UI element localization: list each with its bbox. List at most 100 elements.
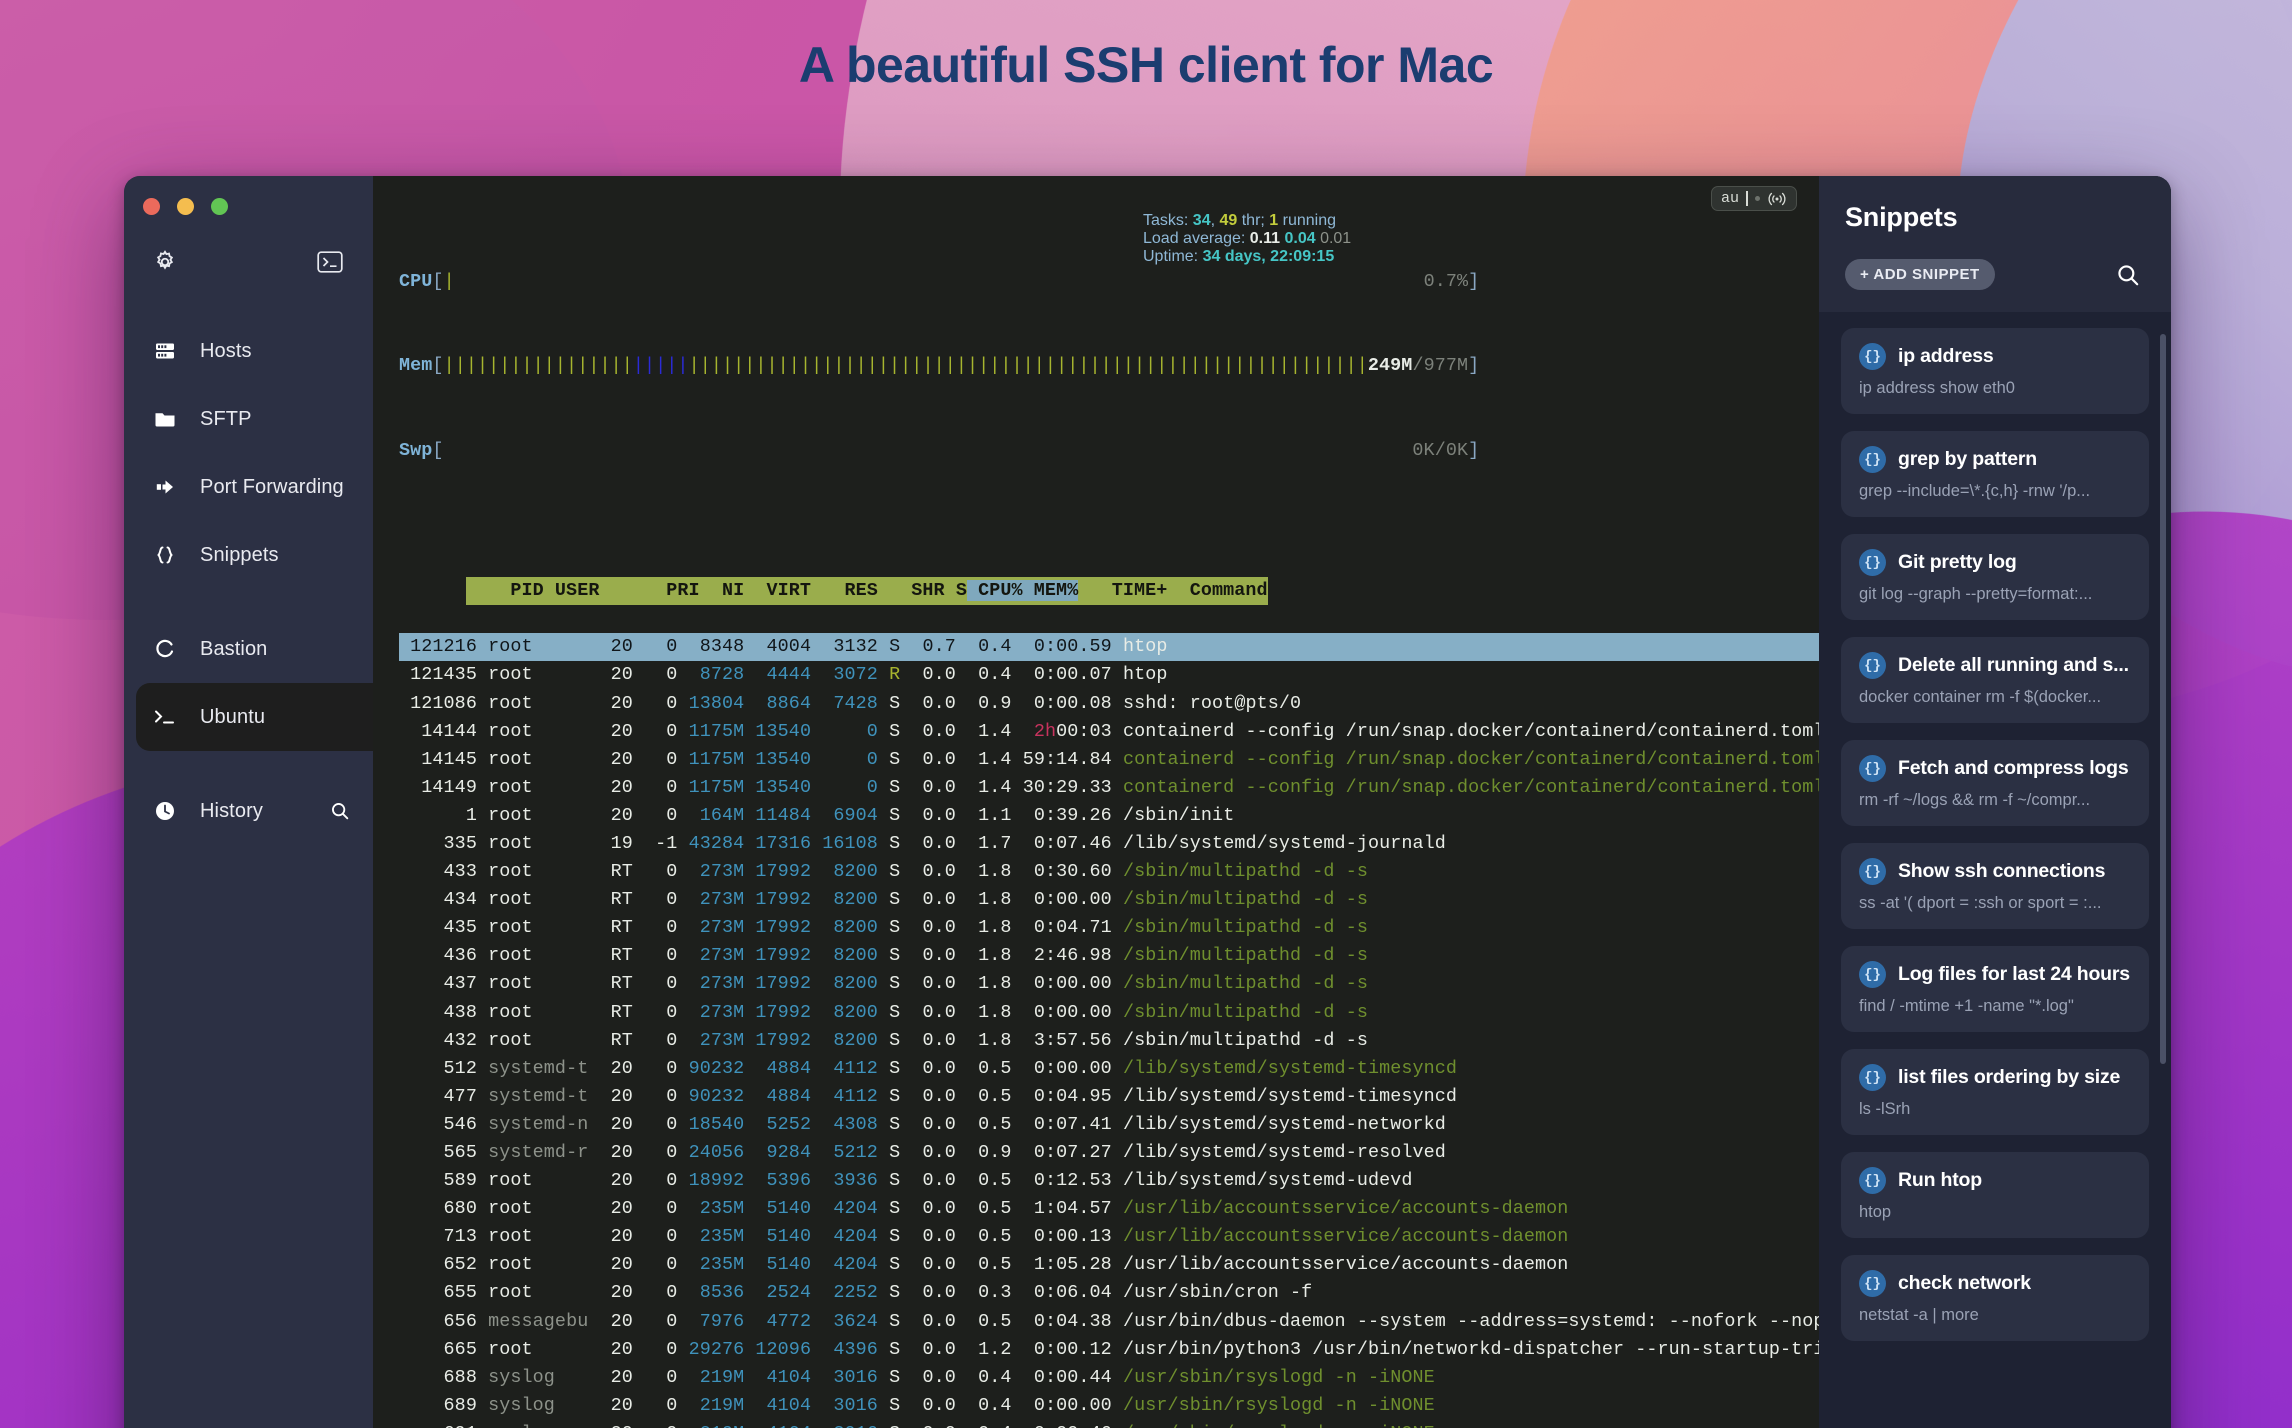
- snippet-command: docker container rm -f $(docker...: [1859, 688, 2102, 706]
- process-row[interactable]: 436 root RT 0 273M 17992 8200 S 0.0 1.8 …: [399, 942, 1819, 970]
- process-row[interactable]: 121216 root 20 0 8348 4004 3132 S 0.7 0.…: [399, 633, 1819, 662]
- process-row[interactable]: 1 root 20 0 164M 11484 6904 S 0.0 1.1 0:…: [399, 802, 1819, 830]
- add-snippet-button[interactable]: + ADD SNIPPET: [1845, 259, 1995, 290]
- cpu-meter: CPU[| 0.7%]: [399, 271, 1480, 293]
- snippet-card[interactable]: {} list files ordering by size ls -lSrh: [1841, 1049, 2149, 1135]
- snippet-card[interactable]: {} Log files for last 24 hours find / -mti…: [1841, 946, 2149, 1032]
- sidebar-item-history[interactable]: History: [124, 777, 373, 845]
- process-row[interactable]: 546 systemd-n 20 0 18540 5252 4308 S 0.0…: [399, 1111, 1819, 1139]
- snippet-name: Git pretty log: [1898, 551, 2017, 573]
- process-row[interactable]: 589 root 20 0 18992 5396 3936 S 0.0 0.5 …: [399, 1167, 1819, 1195]
- snippet-name: list files ordering by size: [1898, 1066, 2121, 1088]
- sidebar-item-bastion[interactable]: Bastion: [124, 615, 373, 683]
- settings-icon[interactable]: [152, 249, 178, 275]
- process-row[interactable]: 121086 root 20 0 13804 8864 7428 S 0.0 0…: [399, 690, 1819, 718]
- process-table-body: 121216 root 20 0 8348 4004 3132 S 0.7 0.…: [399, 633, 1819, 1428]
- sidebar-divider: [124, 589, 373, 615]
- snippets-panel: Snippets + ADD SNIPPET {} ip address ip ad…: [1819, 176, 2171, 1428]
- curly-braces-icon: {}: [1859, 961, 1886, 988]
- terminal-badge-cursor: [1746, 191, 1748, 206]
- terminal-status-badge[interactable]: au: [1710, 186, 1797, 211]
- process-row[interactable]: 680 root 20 0 235M 5140 4204 S 0.0 0.5 1…: [399, 1195, 1819, 1223]
- curly-braces-icon: {}: [1859, 858, 1886, 885]
- snippet-card[interactable]: {} Run htop htop: [1841, 1152, 2149, 1238]
- terminal-badge-text: au: [1720, 190, 1739, 207]
- snippet-card[interactable]: {} Git pretty log git log --graph --pretty…: [1841, 534, 2149, 620]
- process-row[interactable]: 713 root 20 0 235M 5140 4204 S 0.0 0.5 0…: [399, 1223, 1819, 1251]
- process-row[interactable]: 14145 root 20 0 1175M 13540 0 S 0.0 1.4 …: [399, 746, 1819, 774]
- snippet-name: grep by pattern: [1898, 448, 2037, 470]
- sidebar-item-label: SFTP: [200, 407, 252, 430]
- process-row[interactable]: 14149 root 20 0 1175M 13540 0 S 0.0 1.4 …: [399, 774, 1819, 802]
- process-row[interactable]: 434 root RT 0 273M 17992 8200 S 0.0 1.8 …: [399, 886, 1819, 914]
- snippet-card-header: {} list files ordering by size: [1859, 1064, 2131, 1091]
- mem-meter: Mem[||||||||||||||||||||||||||||||||||||…: [399, 355, 1480, 377]
- sidebar-item-snippets[interactable]: Snippets: [124, 521, 373, 589]
- sidebar-item-hosts[interactable]: Hosts: [124, 317, 373, 385]
- process-row[interactable]: 691 syslog 20 0 219M 4104 3016 S 0.0 0.4…: [399, 1420, 1819, 1428]
- snippet-card[interactable]: {} Show ssh connections ss -at '( dport = …: [1841, 843, 2149, 929]
- minimize-button[interactable]: [177, 198, 194, 215]
- zoom-button[interactable]: [211, 198, 228, 215]
- server-icon: [152, 339, 178, 363]
- snippet-command: ss -at '( dport = :ssh or sport = :...: [1859, 894, 2102, 912]
- snippets-actions: + ADD SNIPPET: [1845, 233, 2145, 312]
- snippet-card[interactable]: {} grep by pattern grep --include=\*.{c,h}…: [1841, 431, 2149, 517]
- process-row[interactable]: 565 systemd-r 20 0 24056 9284 5212 S 0.0…: [399, 1139, 1819, 1167]
- snippet-card[interactable]: {} Fetch and compress logs rm -rf ~/logs &…: [1841, 740, 2149, 826]
- process-row[interactable]: 14144 root 20 0 1175M 13540 0 S 0.0 1.4 …: [399, 718, 1819, 746]
- snippet-card-header: {} ip address: [1859, 343, 2131, 370]
- process-row[interactable]: 652 root 20 0 235M 5140 4204 S 0.0 0.5 1…: [399, 1251, 1819, 1279]
- load-average-line: Load average: 0.11 0.04 0.01: [1143, 230, 1352, 247]
- snippet-name: Show ssh connections: [1898, 860, 2106, 882]
- close-button[interactable]: [143, 198, 160, 215]
- snippet-name: Log files for last 24 hours: [1898, 963, 2130, 985]
- snippet-command: find / -mtime +1 -name "*.log": [1859, 997, 2074, 1015]
- process-row[interactable]: 477 systemd-t 20 0 90232 4884 4112 S 0.0…: [399, 1083, 1819, 1111]
- snippet-card-header: {} Show ssh connections: [1859, 858, 2131, 885]
- search-icon[interactable]: [2115, 262, 2141, 288]
- sidebar-toolbar: [124, 215, 373, 275]
- sidebar-item-port-forwarding[interactable]: Port Forwarding: [124, 453, 373, 521]
- snippets-list[interactable]: {} ip address ip address show eth0 {} grep b…: [1819, 312, 2171, 1428]
- process-row[interactable]: 655 root 20 0 8536 2524 2252 S 0.0 0.3 0…: [399, 1279, 1819, 1307]
- new-terminal-icon[interactable]: [317, 251, 343, 273]
- tasks-line: Tasks: 34, 49 thr; 1 running: [1143, 212, 1337, 229]
- sidebar: Hosts SFTP Port Forwarding Snippets Bast…: [124, 176, 373, 1428]
- window-traffic-lights: [124, 176, 373, 215]
- curly-braces-icon: {}: [1859, 446, 1886, 473]
- process-row[interactable]: 121435 root 20 0 8728 4444 3072 R 0.0 0.…: [399, 661, 1819, 689]
- process-row[interactable]: 688 syslog 20 0 219M 4104 3016 S 0.0 0.4…: [399, 1364, 1819, 1392]
- snippet-command: htop: [1859, 1203, 1892, 1221]
- process-row[interactable]: 665 root 20 0 29276 12096 4396 S 0.0 1.2…: [399, 1336, 1819, 1364]
- process-row[interactable]: 335 root 19 -1 43284 17316 16108 S 0.0 1…: [399, 830, 1819, 858]
- snippet-card[interactable]: {} ip address ip address show eth0: [1841, 328, 2149, 414]
- sidebar-item-sftp[interactable]: SFTP: [124, 385, 373, 453]
- process-row[interactable]: 656 messagebu 20 0 7976 4772 3624 S 0.0 …: [399, 1308, 1819, 1336]
- terminal-prompt-icon: [152, 707, 178, 727]
- sidebar-item-label: Port Forwarding: [200, 475, 344, 498]
- clock-icon: [152, 799, 178, 823]
- process-table-header: PID USER PRI NI VIRT RES SHR S CPU% MEM%…: [465, 577, 1268, 606]
- curly-braces-icon: {}: [1859, 1064, 1886, 1091]
- curly-braces-icon: {}: [1859, 343, 1886, 370]
- process-row[interactable]: 437 root RT 0 273M 17992 8200 S 0.0 1.8 …: [399, 970, 1819, 998]
- broadcast-icon: [1767, 191, 1787, 207]
- process-row[interactable]: 432 root RT 0 273M 17992 8200 S 0.0 1.8 …: [399, 1027, 1819, 1055]
- process-row[interactable]: 689 syslog 20 0 219M 4104 3016 S 0.0 0.4…: [399, 1392, 1819, 1420]
- terminal-pane[interactable]: au CPU[| 0.7%] Mem[|||||||||||||||||||||…: [373, 176, 1819, 1428]
- snippet-card-header: {} Run htop: [1859, 1167, 2131, 1194]
- terminal-output: CPU[| 0.7%] Mem[||||||||||||||||||||||||…: [373, 176, 1819, 1428]
- process-row[interactable]: 433 root RT 0 273M 17992 8200 S 0.0 1.8 …: [399, 858, 1819, 886]
- snippet-card-header: {} Fetch and compress logs: [1859, 755, 2131, 782]
- snippet-card[interactable]: {} Delete all running and s... docker cont…: [1841, 637, 2149, 723]
- snippet-card[interactable]: {} check network netstat -a | more: [1841, 1255, 2149, 1341]
- sidebar-item-ubuntu[interactable]: Ubuntu: [136, 683, 373, 751]
- process-row[interactable]: 438 root RT 0 273M 17992 8200 S 0.0 1.8 …: [399, 999, 1819, 1027]
- snippets-scrollbar[interactable]: [2160, 334, 2166, 1064]
- curly-braces-icon: {}: [1859, 549, 1886, 576]
- search-icon[interactable]: [327, 800, 353, 822]
- process-row[interactable]: 435 root RT 0 273M 17992 8200 S 0.0 1.8 …: [399, 914, 1819, 942]
- snippet-card-header: {} Delete all running and s...: [1859, 652, 2131, 679]
- process-row[interactable]: 512 systemd-t 20 0 90232 4884 4112 S 0.0…: [399, 1055, 1819, 1083]
